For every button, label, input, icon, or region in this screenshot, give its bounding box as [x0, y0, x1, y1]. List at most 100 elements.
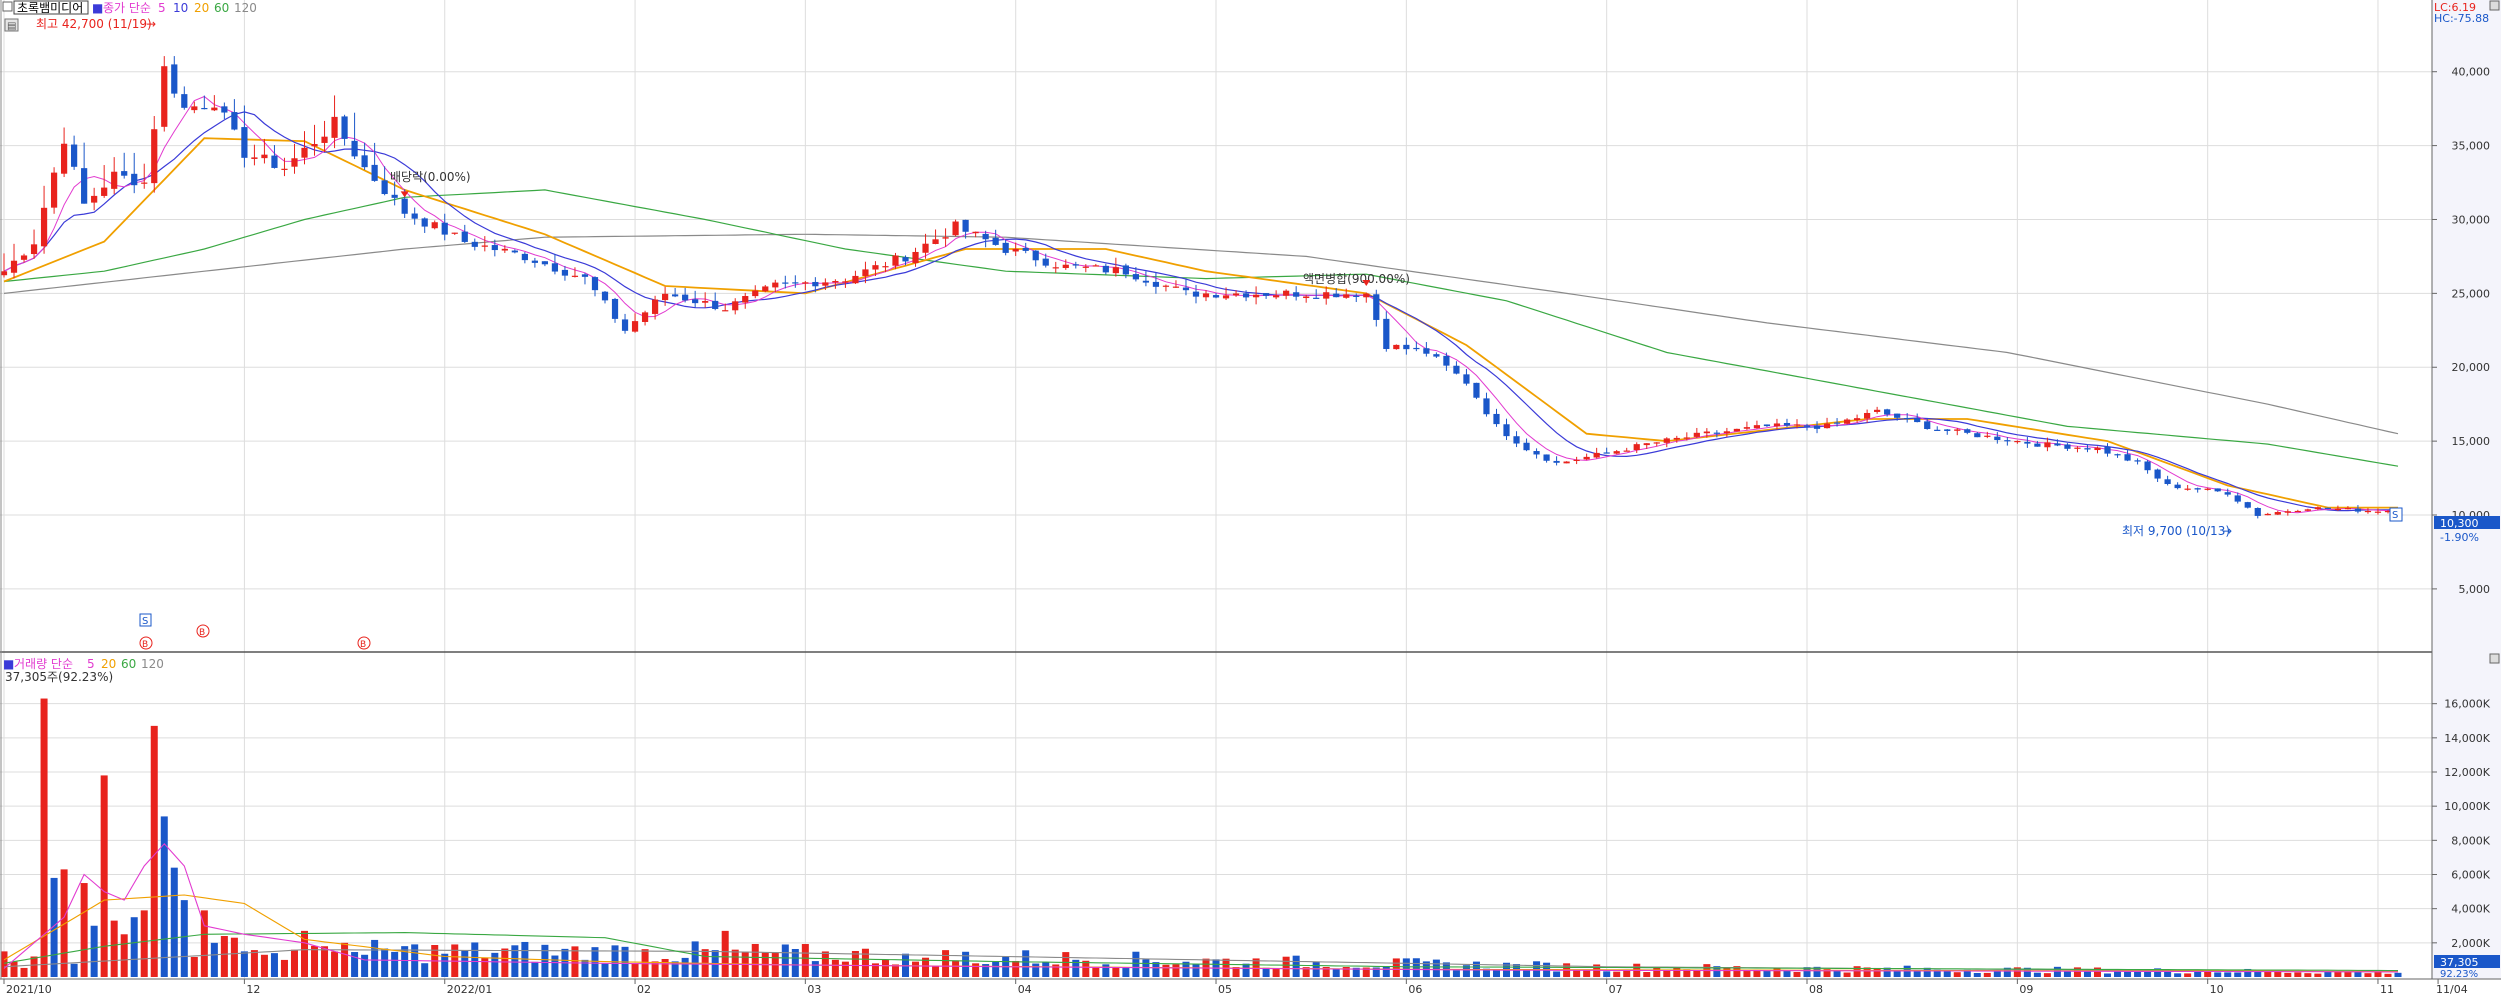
volume-bar[interactable] — [2234, 972, 2242, 977]
candle-body[interactable] — [772, 282, 779, 288]
candle-body[interactable] — [181, 94, 188, 108]
candle-body[interactable] — [211, 107, 218, 111]
candle-body[interactable] — [441, 222, 448, 235]
volume-bar[interactable] — [681, 957, 689, 977]
candle-body[interactable] — [1894, 413, 1901, 418]
candle-body[interactable] — [161, 66, 168, 127]
sell-signal-marker[interactable]: S — [139, 613, 152, 627]
candle-body[interactable] — [491, 245, 498, 251]
volume-bar[interactable] — [491, 952, 499, 977]
candle-body[interactable] — [261, 154, 268, 159]
candle-body[interactable] — [1733, 428, 1741, 432]
candle-body[interactable] — [351, 140, 358, 157]
candle-body[interactable] — [2124, 454, 2131, 461]
candle-body[interactable] — [1293, 292, 1300, 297]
candle-body[interactable] — [1403, 344, 1410, 350]
candle-body[interactable] — [812, 281, 819, 287]
candle-body[interactable] — [0, 271, 8, 276]
volume-bar[interactable] — [912, 961, 920, 977]
volume-bar[interactable] — [1663, 970, 1671, 977]
candle-body[interactable] — [1533, 451, 1540, 455]
volume-bar[interactable] — [10, 961, 18, 977]
candle-body[interactable] — [1413, 347, 1420, 350]
candle-body[interactable] — [1493, 413, 1500, 425]
candle-body[interactable] — [2374, 511, 2382, 513]
candle-body[interactable] — [1693, 432, 1700, 437]
candle-body[interactable] — [171, 64, 178, 94]
candle-body[interactable] — [1463, 374, 1470, 384]
volume-bar[interactable] — [471, 942, 479, 977]
candle-body[interactable] — [2044, 442, 2051, 448]
volume-bar[interactable] — [1282, 956, 1290, 977]
volume-bar[interactable] — [260, 954, 268, 977]
candle-body[interactable] — [752, 290, 759, 297]
volume-bar[interactable] — [531, 961, 539, 977]
volume-bar[interactable] — [40, 698, 48, 977]
volume-bar[interactable] — [1112, 967, 1120, 977]
candle-body[interactable] — [511, 250, 518, 253]
candle-body[interactable] — [2064, 444, 2071, 449]
volume-bar[interactable] — [110, 920, 118, 977]
volume-bar[interactable] — [421, 963, 429, 977]
candle-body[interactable] — [2054, 443, 2061, 446]
candle-body[interactable] — [732, 301, 739, 311]
candle-body[interactable] — [1433, 354, 1440, 357]
volume-bar[interactable] — [2164, 971, 2172, 977]
volume-bar[interactable] — [1873, 967, 1881, 977]
volume-bar[interactable] — [2284, 972, 2292, 977]
candle-body[interactable] — [2334, 508, 2342, 511]
candle-body[interactable] — [1633, 444, 1640, 451]
candle-body[interactable] — [832, 281, 839, 283]
volume-bar[interactable] — [1242, 963, 1250, 977]
candle-body[interactable] — [2344, 508, 2352, 510]
volume-bar[interactable] — [30, 956, 38, 978]
volume-bar[interactable] — [1012, 960, 1020, 977]
candle-body[interactable] — [2274, 512, 2281, 515]
volume-bar[interactable] — [851, 950, 859, 977]
candle-body[interactable] — [50, 172, 58, 208]
candle-body[interactable] — [932, 239, 939, 244]
candle-body[interactable] — [2354, 508, 2362, 512]
volume-bar[interactable] — [841, 961, 849, 977]
candle-body[interactable] — [471, 241, 478, 247]
candle-body[interactable] — [1853, 418, 1861, 421]
candle-body[interactable] — [672, 294, 679, 297]
candle-body[interactable] — [1453, 365, 1460, 374]
candle-body[interactable] — [1192, 291, 1200, 297]
candle-body[interactable] — [1984, 435, 1991, 437]
volume-bar[interactable] — [1653, 966, 1661, 977]
volume-bar[interactable] — [631, 963, 639, 977]
candle-body[interactable] — [301, 147, 308, 158]
candle-body[interactable] — [1964, 429, 1971, 433]
candle-body[interactable] — [2234, 495, 2241, 502]
candle-body[interactable] — [1924, 421, 1931, 430]
candle-body[interactable] — [862, 269, 869, 276]
volume-bar[interactable] — [751, 943, 759, 977]
candle-body[interactable] — [1593, 452, 1600, 458]
legend-menu-icon[interactable] — [2, 1, 13, 12]
candle-body[interactable] — [1313, 297, 1320, 299]
volume-bar[interactable] — [210, 942, 218, 977]
candle-body[interactable] — [621, 319, 629, 331]
volume-bar[interactable] — [972, 963, 980, 977]
volume-legend-ma5[interactable]: 5 — [87, 657, 95, 671]
volume-bar[interactable] — [1062, 952, 1070, 977]
candle-body[interactable] — [692, 299, 699, 304]
candle-body[interactable] — [331, 116, 338, 138]
candle-body[interactable] — [1813, 425, 1821, 429]
volume-bar[interactable] — [1172, 964, 1180, 977]
volume-bar[interactable] — [2174, 973, 2182, 977]
candle-body[interactable] — [2164, 479, 2171, 484]
volume-bar[interactable] — [2124, 971, 2132, 977]
candle-body[interactable] — [2304, 509, 2311, 511]
candle-body[interactable] — [972, 231, 979, 234]
candle-body[interactable] — [611, 298, 619, 319]
candle-body[interactable] — [1353, 295, 1360, 297]
candle-body[interactable] — [722, 310, 729, 312]
volume-bar[interactable] — [1623, 969, 1631, 977]
volume-bar[interactable] — [90, 925, 98, 977]
candle-body[interactable] — [1002, 242, 1009, 253]
candle-body[interactable] — [2004, 440, 2011, 442]
volume-bar[interactable] — [341, 942, 349, 977]
volume-bar[interactable] — [2364, 973, 2372, 977]
